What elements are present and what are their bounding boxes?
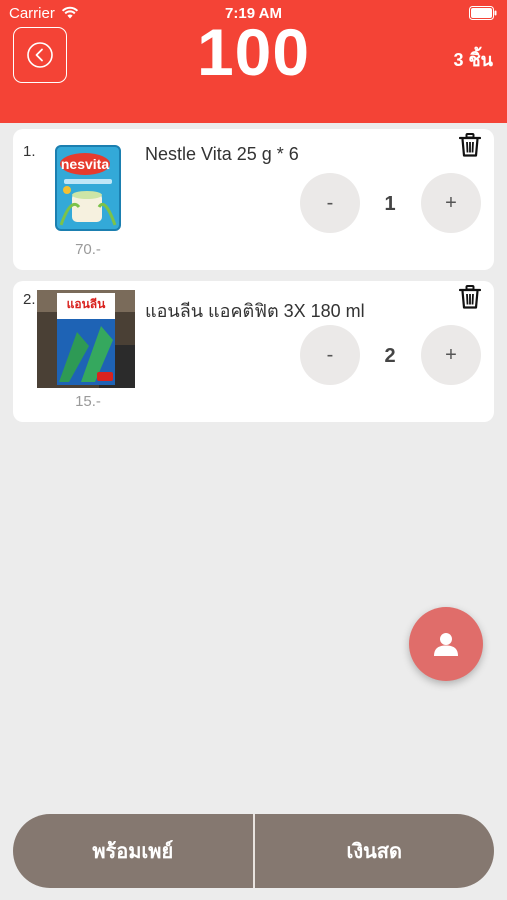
- cart-item-card: 1. nesvita 70.- Nestle Vita 25 g * 6 - 1…: [13, 129, 494, 270]
- svg-text:nesvita: nesvita: [61, 156, 109, 172]
- payment-bar: พร้อมเพย์ เงินสด: [13, 814, 494, 888]
- increase-quantity-button[interactable]: +: [421, 325, 481, 385]
- cash-button[interactable]: เงินสด: [255, 814, 495, 888]
- person-icon: [434, 633, 458, 656]
- delete-item-button[interactable]: [458, 285, 482, 314]
- quantity-value: 1: [384, 193, 396, 215]
- increase-quantity-button[interactable]: +: [421, 173, 481, 233]
- quantity-value: 2: [384, 345, 396, 367]
- item-price: 15.-: [75, 393, 101, 410]
- item-price: 70.-: [75, 241, 101, 258]
- product-image-nesvita: nesvita: [55, 145, 121, 231]
- delete-item-button[interactable]: [458, 133, 482, 162]
- product-image-anlene: แอนลีน: [37, 290, 135, 388]
- header-bar: Carrier 7:19 AM 100 3 ชิ้น: [0, 0, 507, 123]
- item-count: 3 ชิ้น: [453, 50, 493, 70]
- trash-icon: [458, 133, 482, 157]
- item-name: Nestle Vita 25 g * 6: [145, 144, 299, 164]
- decrease-quantity-button[interactable]: -: [300, 325, 360, 385]
- promptpay-button[interactable]: พร้อมเพย์: [13, 814, 253, 888]
- cart-item-card: 2. แอนลีน 15.- แอนลีน แอคติฟิต 3X 180 ml…: [13, 281, 494, 422]
- decrease-quantity-button[interactable]: -: [300, 173, 360, 233]
- item-index: 2.: [23, 291, 36, 308]
- total-amount: 100: [196, 15, 311, 89]
- customer-button[interactable]: [409, 607, 483, 681]
- svg-text:แอนลีน: แอนลีน: [67, 297, 106, 311]
- trash-icon: [458, 285, 482, 309]
- item-name: แอนลีน แอคติฟิต 3X 180 ml: [145, 301, 365, 321]
- item-index: 1.: [23, 143, 36, 160]
